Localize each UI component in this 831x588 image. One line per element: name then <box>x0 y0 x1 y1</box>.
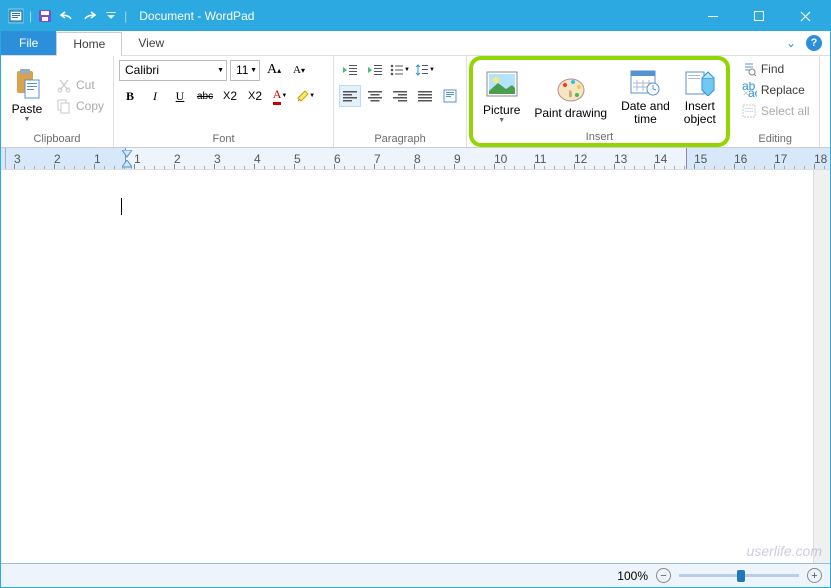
select-all-button[interactable]: Select all <box>737 101 814 121</box>
line-spacing-button[interactable]: ▼ <box>414 59 436 81</box>
decrease-indent-button[interactable] <box>339 59 361 81</box>
superscript-button[interactable]: X2 <box>244 85 266 107</box>
text-cursor <box>121 198 122 215</box>
palette-icon <box>555 73 587 105</box>
align-center-button[interactable] <box>364 85 386 107</box>
paste-button[interactable]: Paste ▼ <box>6 65 48 126</box>
maximize-button[interactable] <box>736 1 782 31</box>
subscript-button[interactable]: X2 <box>219 85 241 107</box>
font-size-combo[interactable]: 11▼ <box>230 60 260 81</box>
zoom-level: 100% <box>617 569 648 583</box>
editing-group: Find abacReplace Select all Editing <box>732 56 820 147</box>
copy-button[interactable]: Copy <box>52 96 108 116</box>
copy-icon <box>56 98 72 114</box>
vertical-scrollbar[interactable] <box>813 170 830 563</box>
minimize-button[interactable] <box>690 1 736 31</box>
redo-icon[interactable] <box>80 7 98 25</box>
align-left-button[interactable] <box>339 85 361 107</box>
grow-font-button[interactable]: A▴ <box>263 59 285 81</box>
page[interactable] <box>1 170 813 563</box>
highlight-button[interactable]: ▼ <box>294 85 316 107</box>
ribbon: Paste ▼ Cut Copy Clipboard Calibri▼ 11▼ <box>1 56 830 148</box>
increase-indent-button[interactable] <box>364 59 386 81</box>
undo-icon[interactable] <box>58 7 76 25</box>
zoom-out-button[interactable]: − <box>656 568 671 583</box>
bold-button[interactable]: B <box>119 85 141 107</box>
help-icon[interactable]: ? <box>806 35 822 51</box>
insert-group: Picture▼ Paint drawing Date andtime Inse… <box>469 56 730 147</box>
picture-button[interactable]: Picture▼ <box>478 66 525 127</box>
qat-customize-icon[interactable] <box>102 7 120 25</box>
picture-icon <box>486 69 518 101</box>
collapse-ribbon-icon[interactable]: ⌄ <box>786 36 796 50</box>
ruler[interactable]: 321123456789101112131415161718 <box>1 148 830 170</box>
paragraph-dialog-button[interactable] <box>439 85 461 107</box>
strikethrough-button[interactable]: abc <box>194 85 216 107</box>
insert-object-button[interactable]: Insertobject <box>679 63 721 129</box>
font-group: Calibri▼ 11▼ A▴ A▾ B I U abc X2 X2 A▼ ▼ … <box>114 56 334 147</box>
title-bar: | | Document - WordPad <box>1 1 830 31</box>
underline-button[interactable]: U <box>169 85 191 107</box>
italic-button[interactable]: I <box>144 85 166 107</box>
svg-text:ac: ac <box>748 86 757 98</box>
paste-icon <box>11 68 43 100</box>
clipboard-group: Paste ▼ Cut Copy Clipboard <box>1 56 114 147</box>
zoom-in-button[interactable]: + <box>807 568 822 583</box>
save-icon[interactable] <box>36 7 54 25</box>
paint-drawing-button[interactable]: Paint drawing <box>529 70 612 123</box>
cut-icon <box>56 77 72 93</box>
app-icon <box>7 7 25 25</box>
date-time-button[interactable]: Date andtime <box>616 63 675 129</box>
quick-access-toolbar: | | <box>3 7 131 25</box>
zoom-slider[interactable] <box>679 574 799 577</box>
replace-button[interactable]: abacReplace <box>737 80 809 100</box>
ribbon-tabs: File Home View ⌄ ? <box>1 31 830 56</box>
font-family-combo[interactable]: Calibri▼ <box>119 60 227 81</box>
paragraph-group: ▼ ▼ Paragraph <box>334 56 467 147</box>
find-button[interactable]: Find <box>737 59 788 79</box>
shrink-font-button[interactable]: A▾ <box>288 59 310 81</box>
bullets-button[interactable]: ▼ <box>389 59 411 81</box>
file-tab[interactable]: File <box>1 31 56 55</box>
object-icon <box>684 66 716 98</box>
replace-icon: abac <box>741 82 757 98</box>
window-title: Document - WordPad <box>139 9 254 23</box>
align-right-button[interactable] <box>389 85 411 107</box>
document-area[interactable] <box>1 170 813 563</box>
find-icon <box>741 61 757 77</box>
calendar-icon <box>629 66 661 98</box>
status-bar: 100% − + <box>1 563 830 587</box>
justify-button[interactable] <box>414 85 436 107</box>
home-tab[interactable]: Home <box>56 32 122 56</box>
close-button[interactable] <box>782 1 828 31</box>
select-all-icon <box>741 103 757 119</box>
font-color-button[interactable]: A▼ <box>269 85 291 107</box>
cut-button[interactable]: Cut <box>52 75 108 95</box>
view-tab[interactable]: View <box>122 31 180 55</box>
